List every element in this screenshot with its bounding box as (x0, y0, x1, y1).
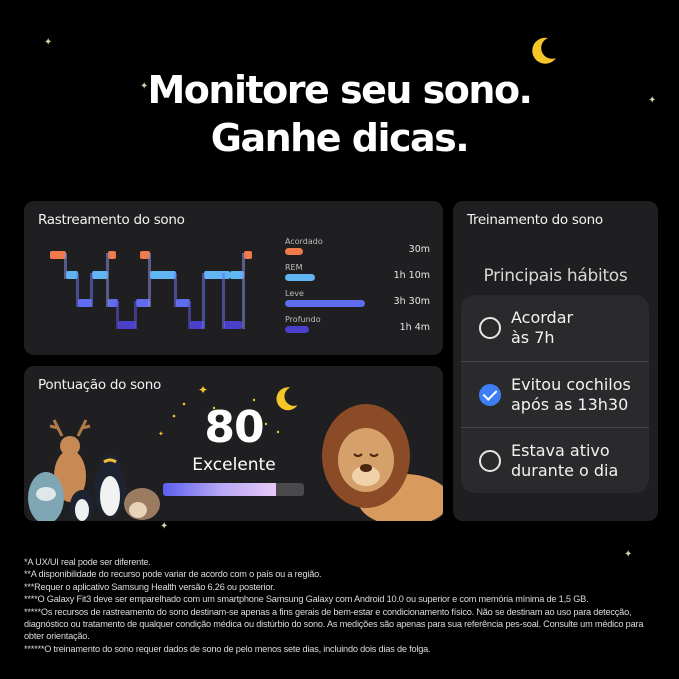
sleep-score-card: Pontuação do sono ✦ ✦ ✦ 80 Excelente (24, 366, 443, 521)
stage-label: Leve (285, 289, 304, 298)
sleep-tracking-title: Rastreamento do sono (38, 212, 185, 228)
footnote: ****O Galaxy Fit3 deve ser emparelhado c… (24, 594, 589, 605)
habit-label: Evitou cochilos após as 13h30 (511, 375, 631, 414)
habits-title: Principais hábitos (483, 266, 628, 286)
sleep-training-title: Treinamento do sono (467, 212, 603, 228)
stage-label: Profundo (285, 315, 321, 324)
footnote: *A UX/UI real pode ser diferente. (24, 557, 151, 567)
stage-label: REM (285, 263, 303, 272)
moon-icon (532, 37, 556, 64)
star-icon: ✦ (160, 521, 169, 532)
footnote: ******O treinamento do sono requer dados… (24, 643, 431, 654)
svg-text:✦: ✦ (158, 430, 164, 438)
headline-line-1: Monitore seu sono. (147, 68, 533, 112)
animal-characters-illustration (28, 419, 160, 521)
star-icon: ✦ (44, 37, 53, 48)
sleep-score-label: Excelente (192, 455, 276, 475)
stage-bar (285, 274, 315, 281)
stage-value: 1h 4m (399, 322, 430, 333)
habits-list: Acordar às 7h Evitou cochilos após as 13… (461, 295, 649, 493)
stage-row-deep: Profundo 1h 4m (285, 313, 430, 339)
stage-value: 3h 30m (393, 296, 430, 307)
sleep-stage-legend: Acordado 30m REM 1h 10m Leve 3h 30m Prof… (285, 235, 430, 339)
footnotes: *A UX/UI real pode ser diferente. **A di… (24, 556, 654, 655)
check-icon[interactable] (479, 384, 501, 406)
sleep-training-card: Treinamento do sono Principais hábitos A… (453, 201, 658, 521)
footnote: **A disponibilidade do recurso pode vari… (24, 569, 322, 580)
habit-item[interactable]: Estava ativo durante o dia (461, 427, 649, 494)
sleep-score-progress-fill (163, 483, 276, 496)
stage-value: 1h 10m (393, 270, 430, 281)
stage-bar (285, 248, 303, 255)
headline-line-2: Ganhe dicas. (210, 116, 470, 160)
stage-row-awake: Acordado 30m (285, 235, 430, 261)
moon-icon (276, 387, 298, 411)
habit-item[interactable]: Acordar às 7h (461, 295, 649, 361)
circle-icon[interactable] (479, 317, 501, 339)
stage-value: 30m (408, 244, 430, 255)
sleep-score-title: Pontuação do sono (38, 377, 161, 393)
habit-label: Estava ativo durante o dia (511, 441, 619, 480)
sleep-score-progress-bar (163, 483, 304, 496)
footnote: *****Os recursos de rastreamento do sono… (24, 606, 644, 642)
habit-item[interactable]: Evitou cochilos após as 13h30 (461, 361, 649, 428)
habit-label: Acordar às 7h (511, 308, 574, 347)
page-headline: Monitore seu sono. Ganhe dicas. (0, 66, 679, 162)
lion-illustration (322, 404, 443, 521)
sleep-score-value: 80 (204, 402, 264, 453)
circle-icon[interactable] (479, 450, 501, 472)
hypnogram-transitions (64, 253, 245, 329)
sleep-tracking-card: Rastreamento do sono Acordado 30m REM 1h… (24, 201, 443, 355)
stage-label: Acordado (285, 237, 323, 246)
stage-row-rem: REM 1h 10m (285, 261, 430, 287)
svg-text:✦: ✦ (198, 383, 208, 397)
stage-row-light: Leve 3h 30m (285, 287, 430, 313)
stage-bar (285, 326, 309, 333)
sleep-hypnogram (50, 251, 252, 329)
footnote: ***Requer o aplicativo Samsung Health ve… (24, 581, 275, 592)
stage-bar (285, 300, 365, 307)
